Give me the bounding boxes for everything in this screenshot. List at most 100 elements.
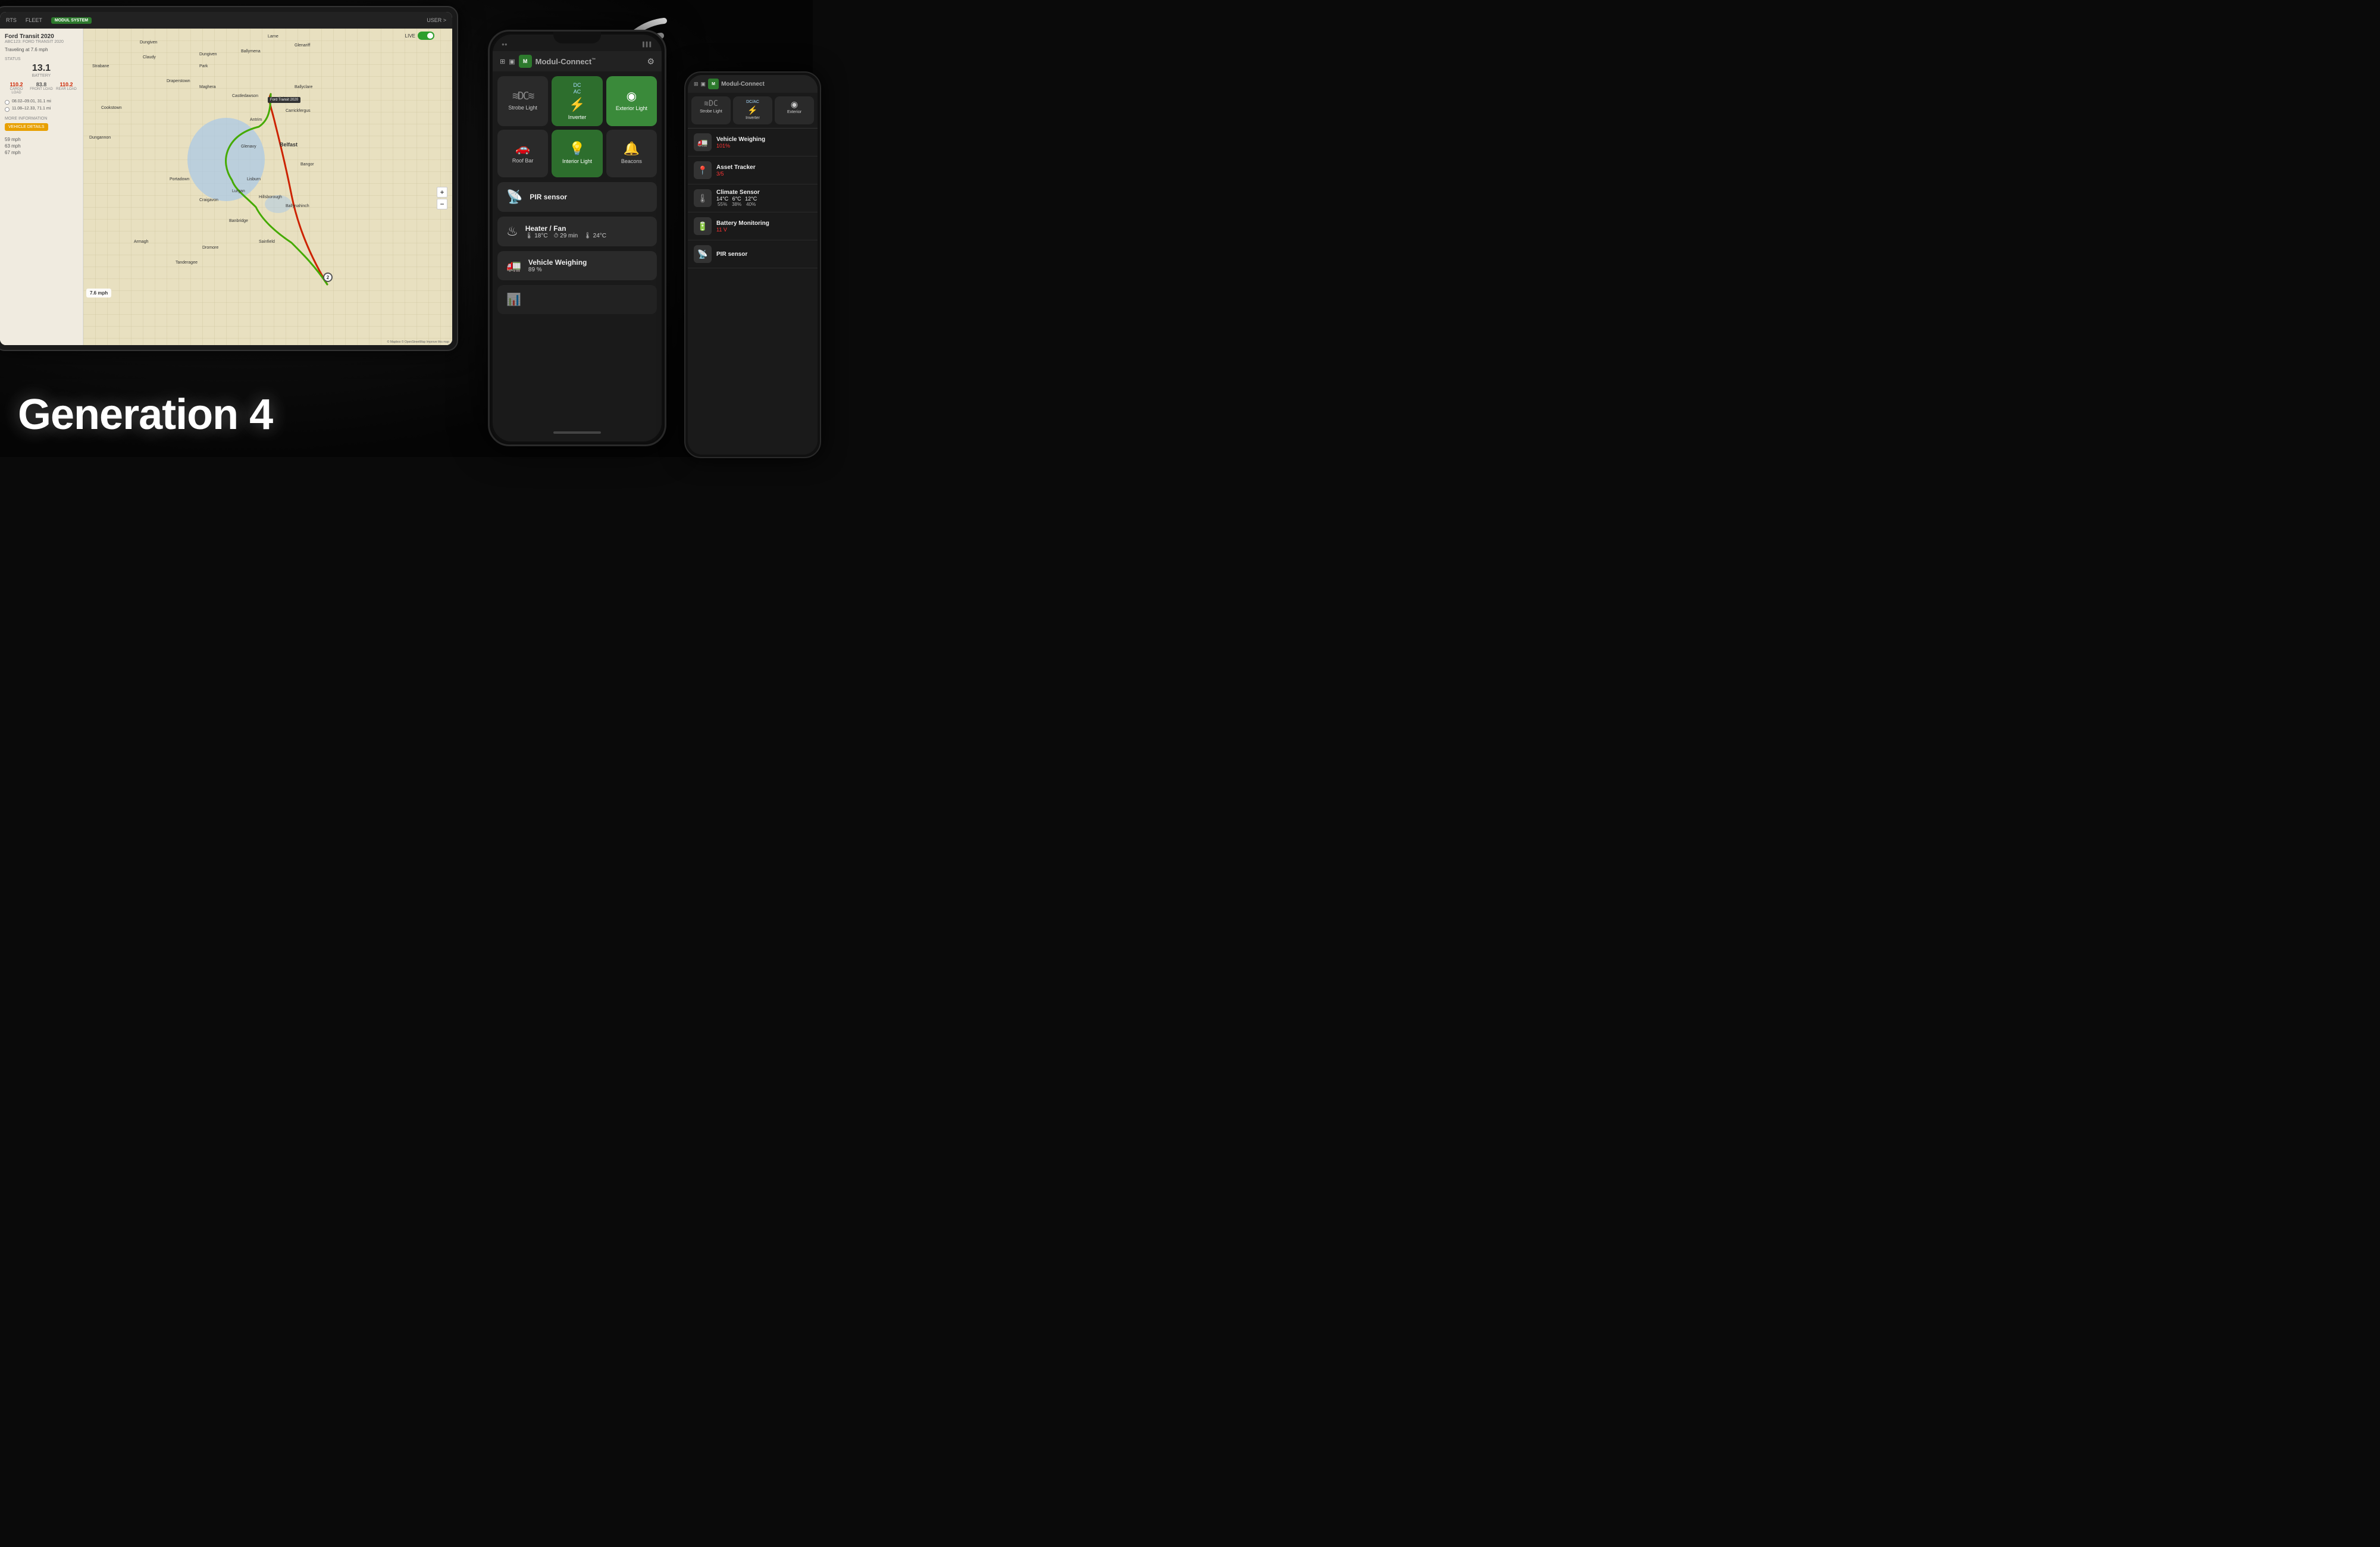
p2-exterior-cell[interactable]: ◉ Exterior — [775, 96, 814, 124]
p2-weighing-icon: 🚛 — [694, 133, 712, 151]
roof-bar-icon: 🚗 — [515, 143, 530, 155]
p2-battery-name: Battery Monitoring — [716, 220, 812, 227]
speed-1: 59 mph — [5, 137, 78, 142]
tablet-map[interactable]: Dungiven Strabane Claudy Dungiven Park D… — [83, 29, 452, 345]
phone-control-grid: ≋DC≋ Strobe Light DCAC ⚡ Inverter ◉ Exte… — [497, 76, 657, 177]
p2-inverter-icon: ⚡ — [747, 106, 757, 114]
place-cookstown: Cookstown — [101, 106, 122, 110]
settings-icon[interactable]: ⚙ — [647, 57, 654, 67]
vehicle-id: ABC123: FORD TRANSIT 2020 — [5, 40, 78, 44]
header-square-icon[interactable]: ▣ — [509, 58, 515, 65]
battery-label: BATTERY — [5, 74, 78, 78]
p2-climate-icon: 🌡 — [694, 189, 712, 207]
vehicle-weighing-card[interactable]: 🚛 Vehicle Weighing 89 % — [497, 251, 657, 280]
heater-name: Heater / Fan — [525, 224, 606, 233]
modul-badge: MODUL SYSTEM — [51, 17, 92, 24]
climate-col-1: 14°C 55% — [716, 196, 728, 207]
current-speed-indicator: 7.6 mph — [86, 289, 111, 298]
interior-icon: 💡 — [569, 142, 585, 155]
p2-pir-sensor[interactable]: 📡 PIR sensor — [688, 240, 818, 268]
place-craigavon: Craigavon — [199, 198, 218, 202]
phone-content: ≋DC≋ Strobe Light DCAC ⚡ Inverter ◉ Exte… — [493, 71, 662, 424]
p2-inverter-cell[interactable]: DC/AC ⚡ Inverter — [733, 96, 772, 124]
cargo-load: 110.2 CARGO LOAD — [5, 82, 28, 95]
vehicle-details-button[interactable]: VEHICLE DETAILS — [5, 123, 48, 131]
heater-info: Heater / Fan 🌡 18°C ⏱ 29 min 🌡 24°C — [525, 224, 606, 239]
app-name-part2: Connect — [560, 57, 591, 66]
p2-vehicle-weighing[interactable]: 🚛 Vehicle Weighing 101% — [688, 129, 818, 156]
strobe-light-cell[interactable]: ≋DC≋ Strobe Light — [497, 76, 548, 126]
p2-asset-text: Asset Tracker 3/5 — [716, 164, 812, 177]
p2-asset-name: Asset Tracker — [716, 164, 812, 171]
lough-neagh — [187, 118, 265, 201]
nav-fleet[interactable]: FLEET — [26, 17, 42, 23]
p2-battery-text: Battery Monitoring 11 V — [716, 220, 812, 233]
front-value: 83.8 — [30, 82, 53, 87]
nav-rts[interactable]: RTS — [6, 17, 17, 23]
weighing-value: 89 % — [528, 267, 587, 273]
map-marker-2: 2 — [323, 273, 333, 282]
map-controls: + − — [437, 187, 447, 209]
place-dromore: Dromore — [202, 246, 218, 250]
p2-pir-text: PIR sensor — [716, 251, 812, 258]
climate-col-3: 12°C 40% — [745, 196, 757, 207]
beacons-label: Beacons — [621, 158, 642, 165]
pir-sensor-card[interactable]: 📡 PIR sensor — [497, 182, 657, 212]
tablet-user[interactable]: USER > — [427, 17, 446, 23]
p2-app-part1: Modul- — [721, 81, 741, 87]
beacons-icon: 🔔 — [624, 142, 640, 155]
p2-pir-name: PIR sensor — [716, 251, 812, 258]
phone2-app-name: Modul-Connect — [721, 81, 765, 87]
place-claudy: Claudy — [143, 55, 156, 60]
pir-name: PIR sensor — [530, 193, 567, 201]
phone2-header-left: ⊞ ▣ M Modul-Connect — [694, 79, 765, 89]
phone2-header: ⊞ ▣ M Modul-Connect — [688, 75, 818, 93]
phone2-device: ⊞ ▣ M Modul-Connect ≋DC Strobe Light DC/… — [684, 71, 821, 458]
p2-strobe-label: Strobe Light — [700, 109, 722, 114]
trip-1: 08.02–09.01, 31.1 mi — [5, 99, 78, 105]
place-lisburn: Lisburn — [247, 177, 261, 181]
heater-icon: ♨ — [506, 224, 518, 239]
p2-climate-sensor[interactable]: 🌡 Climate Sensor 14°C 55% 6°C 38% — [688, 184, 818, 212]
phone-device: ●● ▌▌▌ ⊞ ▣ M Modul-Connect™ ⚙ — [488, 30, 666, 446]
inverter-cell[interactable]: DCAC ⚡ Inverter — [552, 76, 602, 126]
extra-sensor-card[interactable]: 📊 — [497, 285, 657, 314]
home-bar[interactable] — [553, 431, 601, 434]
extra-icon: 📊 — [506, 292, 521, 307]
live-toggle[interactable] — [418, 32, 434, 40]
place-maghera: Maghera — [199, 85, 216, 89]
beacons-cell[interactable]: 🔔 Beacons — [606, 130, 657, 177]
vehicle-name: Ford Transit 2020 — [5, 33, 78, 40]
speed-limits: 59 mph 63 mph 67 mph — [5, 137, 78, 155]
weighing-name: Vehicle Weighing — [528, 258, 587, 267]
load-indicators: 110.2 CARGO LOAD 83.8 FRONT LOAD 110.2 R… — [5, 82, 78, 95]
place-draperstown: Draperstown — [167, 79, 190, 83]
exterior-light-cell[interactable]: ◉ Exterior Light — [606, 76, 657, 126]
p2-app-part2: Connect — [741, 81, 765, 87]
zoom-in-button[interactable]: + — [437, 187, 447, 198]
p2-climate-text: Climate Sensor 14°C 55% 6°C 38% 12°C 40% — [716, 189, 812, 207]
roof-bar-cell[interactable]: 🚗 Roof Bar — [497, 130, 548, 177]
p2-asset-tracker[interactable]: 📍 Asset Tracker 3/5 — [688, 156, 818, 184]
status-label: STATUS — [5, 57, 78, 61]
status-right: ▌▌▌ — [643, 42, 653, 47]
header-grid-icon[interactable]: ⊞ — [500, 58, 505, 65]
p2-exterior-label: Exterior — [787, 110, 801, 115]
interior-light-cell[interactable]: 💡 Interior Light — [552, 130, 602, 177]
dc-ac-label: DCAC — [573, 82, 581, 95]
trip-list: 08.02–09.01, 31.1 mi 11.08–12.33, 71.1 m… — [5, 99, 78, 112]
map-attribution: © Mapbox © OpenStreetMap Improve this ma… — [387, 340, 449, 344]
heater-fan-card[interactable]: ♨ Heater / Fan 🌡 18°C ⏱ 29 min 🌡 — [497, 217, 657, 246]
phone-header-left: ⊞ ▣ M Modul-Connect™ — [500, 55, 596, 68]
weighing-info: Vehicle Weighing 89 % — [528, 258, 587, 273]
generation-4-heading: Generation 4 — [18, 390, 273, 439]
climate-col-2: 6°C 38% — [732, 196, 741, 207]
place-park: Park — [199, 64, 208, 68]
zoom-out-button[interactable]: − — [437, 199, 447, 209]
p2-battery-monitoring[interactable]: 🔋 Battery Monitoring 11 V — [688, 212, 818, 240]
place-belfast: Belfast — [280, 142, 298, 148]
p2-strobe-cell[interactable]: ≋DC Strobe Light — [691, 96, 731, 124]
p2-battery-value: 11 V — [716, 227, 812, 233]
p2-strobe-icon: ≋DC — [704, 100, 718, 108]
phone-notch — [553, 32, 601, 43]
